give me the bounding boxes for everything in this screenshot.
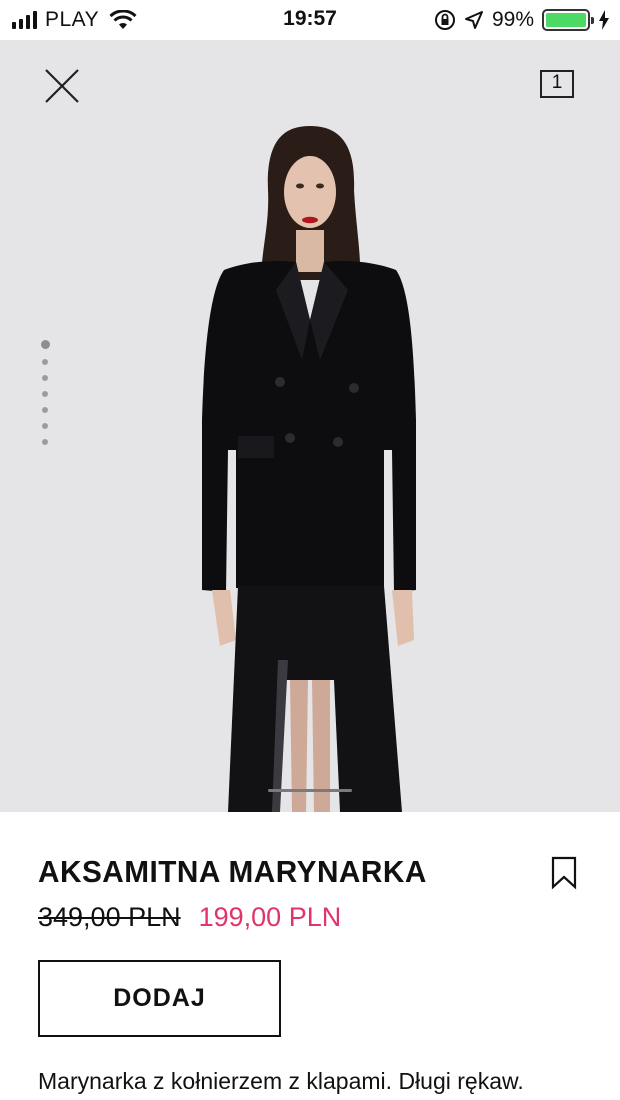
product-description: Marynarka z kołnierzem z klapami. Długi …: [38, 1068, 524, 1100]
signal-icon: [12, 11, 37, 29]
scroll-indicator: [268, 789, 352, 792]
pagination-dot[interactable]: [42, 407, 48, 413]
battery-percent: 99%: [491, 8, 534, 31]
product-image-gallery[interactable]: 1: [0, 40, 620, 812]
status-bar-left: PLAY: [12, 8, 137, 32]
status-bar-right: 99%: [434, 8, 610, 32]
close-button[interactable]: [40, 64, 84, 108]
wifi-icon: [109, 10, 137, 29]
bookmark-icon: [551, 856, 577, 890]
pagination-dot[interactable]: [42, 375, 48, 381]
cart-button[interactable]: 1: [538, 64, 578, 104]
pagination-dot[interactable]: [42, 439, 48, 445]
product-info: AKSAMITNA MARYNARKA 349,00 PLN 199,00 PL…: [0, 812, 620, 1100]
pagination-dot[interactable]: [42, 391, 48, 397]
battery-level: [546, 13, 586, 27]
battery-icon: [542, 9, 594, 31]
price-row: 349,00 PLN 199,00 PLN: [38, 902, 341, 933]
close-icon: [45, 69, 79, 103]
location-icon: [464, 11, 483, 29]
carrier-name: PLAY: [45, 8, 100, 31]
gallery-pagination: [40, 340, 50, 455]
wishlist-button[interactable]: [550, 856, 578, 890]
pagination-dot[interactable]: [42, 359, 48, 365]
product-title: AKSAMITNA MARYNARKA: [38, 854, 427, 889]
charging-icon: [599, 10, 609, 30]
cart-count: 1: [551, 72, 563, 93]
pagination-dot[interactable]: [40, 340, 50, 349]
product-photo: [202, 126, 416, 812]
orientation-lock-icon: [434, 10, 455, 30]
add-to-cart-button[interactable]: DODAJ: [38, 960, 281, 1037]
sale-price: 199,00 PLN: [198, 902, 342, 932]
status-bar: PLAY 19:57 99%: [0, 0, 620, 40]
pagination-dot[interactable]: [42, 423, 48, 429]
old-price: 349,00 PLN: [38, 902, 181, 932]
